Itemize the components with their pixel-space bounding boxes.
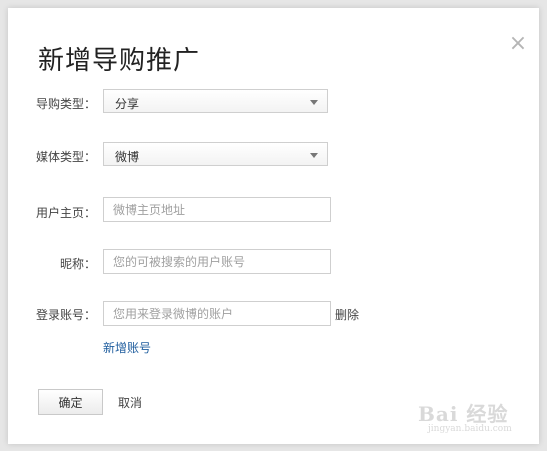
close-icon[interactable]: × — [508, 33, 528, 55]
chevron-down-icon — [310, 100, 318, 105]
chevron-down-icon — [310, 153, 318, 158]
media-type-label: 媒体类型： — [35, 150, 96, 164]
confirm-button[interactable]: 确定 — [38, 389, 103, 415]
media-type-value: 微博 — [115, 150, 140, 164]
delete-account-link[interactable]: 删除 — [335, 306, 359, 323]
login-account-label: 登录账号： — [35, 308, 96, 322]
watermark-domain: jingyan.baidu.com — [428, 424, 512, 434]
watermark: Bai 经验 jingyan.baidu.com — [418, 398, 536, 438]
user-home-label: 用户主页： — [35, 206, 96, 220]
cancel-button[interactable]: 取消 — [118, 394, 142, 411]
dialog-title: 新增导购推广 — [38, 46, 201, 76]
login-account-input[interactable] — [103, 301, 331, 326]
new-guide-promotion-dialog: 新增导购推广 × 导购类型： 分享 媒体类型： 微博 用户主页： 昵称： 登录账… — [8, 8, 539, 444]
guide-type-value: 分享 — [115, 97, 140, 111]
add-account-link[interactable]: 新增账号 — [103, 339, 151, 356]
watermark-brand: Bai 经验 — [418, 402, 509, 426]
nickname-label: 昵称： — [59, 257, 96, 271]
guide-type-label: 导购类型： — [35, 97, 96, 111]
nickname-input[interactable] — [103, 249, 331, 274]
guide-type-select[interactable]: 分享 — [103, 89, 328, 113]
user-home-input[interactable] — [103, 197, 331, 222]
media-type-select[interactable]: 微博 — [103, 142, 328, 166]
